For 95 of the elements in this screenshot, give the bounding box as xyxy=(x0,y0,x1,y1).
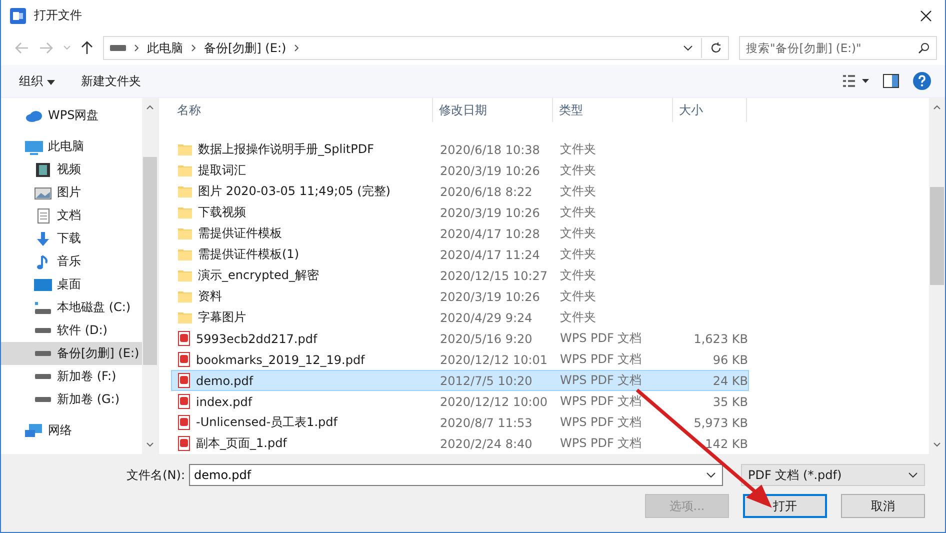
drive-icon xyxy=(34,350,52,357)
column-header[interactable]: 大小 xyxy=(673,98,747,122)
search-icon xyxy=(918,42,930,54)
dropdown-caret-icon xyxy=(908,472,918,478)
scroll-up-icon[interactable] xyxy=(146,105,154,110)
network-icon xyxy=(25,422,43,438)
file-row[interactable]: 数据上报操作说明手册_SplitPDF 2020/6/18 10:38 文件夹 xyxy=(171,139,749,160)
folder-icon xyxy=(178,270,192,282)
sidebar-item[interactable]: 音乐 xyxy=(1,250,142,273)
sidebar-item[interactable]: 新加卷 (G:) xyxy=(1,388,142,411)
video-icon xyxy=(34,162,52,178)
filename-field[interactable]: demo.pdf xyxy=(189,464,723,486)
drive-icon xyxy=(34,327,52,334)
organize-menu-button[interactable]: 组织 xyxy=(13,70,61,92)
preview-pane-icon[interactable] xyxy=(883,74,899,88)
scrollbar-thumb[interactable] xyxy=(930,187,944,285)
new-folder-button[interactable]: 新建文件夹 xyxy=(74,70,147,92)
filename-label: 文件名(N): xyxy=(126,466,186,484)
sidebar-item[interactable]: 桌面 xyxy=(1,273,142,296)
file-row[interactable]: 资料 2020/3/19 10:26 文件夹 xyxy=(171,286,749,307)
sidebar-item[interactable]: 新加卷 (F:) xyxy=(1,365,142,388)
file-row[interactable]: bookmarks_2019_12_19.pdf 2020/12/12 10:01 WPS PDF 文档 96 KB xyxy=(171,349,749,370)
file-row[interactable]: 提取词汇 2020/3/19 10:26 文件夹 xyxy=(171,160,749,181)
view-options-icon[interactable] xyxy=(843,75,869,87)
file-row[interactable]: 图片 2020-03-05 11;49;05 (完整) 2020/6/18 8:22 文件夹 xyxy=(171,181,749,202)
sidebar-item[interactable]: 此电脑 xyxy=(1,135,142,158)
dropdown-caret-icon[interactable] xyxy=(706,472,716,478)
folder-icon xyxy=(178,144,192,156)
file-row[interactable]: 5993ecb2dd217.pdf 2020/5/16 9:20 WPS PDF 文档 1,623 KB xyxy=(171,328,749,349)
folder-icon xyxy=(178,206,192,218)
sidebar-item[interactable]: WPS网盘 xyxy=(1,104,142,127)
window-title: 打开文件 xyxy=(34,7,82,24)
address-bar[interactable]: 此电脑 备份[勿删] (E:) xyxy=(103,36,729,60)
column-header[interactable]: 类型 xyxy=(553,98,673,122)
cancel-button[interactable]: 取消 xyxy=(841,494,925,518)
up-arrow-icon[interactable] xyxy=(81,41,93,55)
folder-icon xyxy=(178,248,192,260)
sidebar-item[interactable]: 文档 xyxy=(1,204,142,227)
caret-icon xyxy=(46,80,55,84)
breadcrumb-item[interactable]: 备份[勿删] (E:) xyxy=(204,40,286,56)
pdf-file-icon xyxy=(178,331,190,346)
file-row[interactable]: demo.pdf 2012/7/5 10:20 WPS PDF 文档 24 KB xyxy=(171,370,749,391)
pdf-file-icon xyxy=(178,436,190,451)
close-icon[interactable] xyxy=(920,10,932,22)
sidebar-scrollbar[interactable] xyxy=(142,98,158,454)
pdf-file-icon xyxy=(178,415,190,430)
drive-icon xyxy=(34,396,52,403)
column-header[interactable]: 修改日期 xyxy=(433,98,553,122)
app-icon xyxy=(10,8,26,24)
download-icon xyxy=(34,230,52,246)
help-icon[interactable] xyxy=(913,72,931,90)
pdf-file-icon xyxy=(178,352,190,367)
chevron-icon xyxy=(134,44,139,52)
file-row[interactable]: 演示_encrypted_解密 2020/12/15 10:27 文件夹 xyxy=(171,265,749,286)
file-row[interactable]: 副本_页面_1.pdf 2020/2/24 8:40 WPS PDF 文档 142 KB xyxy=(171,433,749,454)
file-row[interactable]: 下载视频 2020/3/19 10:26 文件夹 xyxy=(171,202,749,223)
file-row[interactable]: 需提供证件模板(1) 2020/4/17 11:24 文件夹 xyxy=(171,244,749,265)
search-field[interactable]: 搜索"备份[勿删] (E:)" xyxy=(739,36,937,60)
column-header[interactable]: 名称 xyxy=(171,98,433,122)
folder-icon xyxy=(178,312,192,324)
sidebar-item[interactable]: 下载 xyxy=(1,227,142,250)
scroll-down-icon[interactable] xyxy=(146,442,154,447)
pc-icon xyxy=(25,138,43,154)
file-row[interactable]: 字幕图片 2020/4/29 9:24 文件夹 xyxy=(171,307,749,328)
sidebar-item[interactable]: 图片 xyxy=(1,181,142,204)
sidebar-item[interactable]: 网络 xyxy=(1,419,142,442)
sidebar-item[interactable]: 备份[勿删] (E:) xyxy=(1,342,142,365)
refresh-icon[interactable] xyxy=(710,42,722,54)
chevron-icon xyxy=(294,44,300,52)
dropdown-caret-icon[interactable] xyxy=(683,45,693,51)
file-row[interactable]: 需提供证件模板 2020/4/17 10:28 文件夹 xyxy=(171,223,749,244)
pdf-file-icon xyxy=(178,373,190,388)
file-row[interactable]: -Unlicensed-员工表1.pdf 2020/8/7 11:53 WPS PDF 文档 5,973 KB xyxy=(171,412,749,433)
picture-icon xyxy=(34,184,52,200)
file-type-dropdown[interactable]: PDF 文档 (*.pdf) xyxy=(741,464,925,486)
pdf-file-icon xyxy=(178,394,190,409)
folder-icon xyxy=(178,290,192,302)
desktop-icon xyxy=(34,276,52,292)
system-drive-icon xyxy=(34,300,52,316)
folder-icon xyxy=(178,186,192,198)
breadcrumb-item[interactable]: 此电脑 xyxy=(147,40,183,56)
scrollbar-thumb[interactable] xyxy=(143,157,157,365)
file-list-scrollbar[interactable] xyxy=(929,98,945,454)
folder-icon xyxy=(178,164,192,176)
open-button[interactable]: 打开 xyxy=(743,494,827,518)
scroll-down-icon[interactable] xyxy=(933,442,941,447)
chevron-icon xyxy=(191,44,196,52)
sidebar-item[interactable]: 视频 xyxy=(1,158,142,181)
drive-icon xyxy=(110,45,126,51)
sidebar-item[interactable]: 本地磁盘 (C:) xyxy=(1,296,142,319)
file-row[interactable]: index.pdf 2020/12/12 10:00 WPS PDF 文档 35 KB xyxy=(171,391,749,412)
sidebar-item[interactable]: 软件 (D:) xyxy=(1,319,142,342)
scroll-up-icon[interactable] xyxy=(933,105,941,110)
drive-icon xyxy=(34,373,52,380)
folder-icon xyxy=(178,228,192,240)
